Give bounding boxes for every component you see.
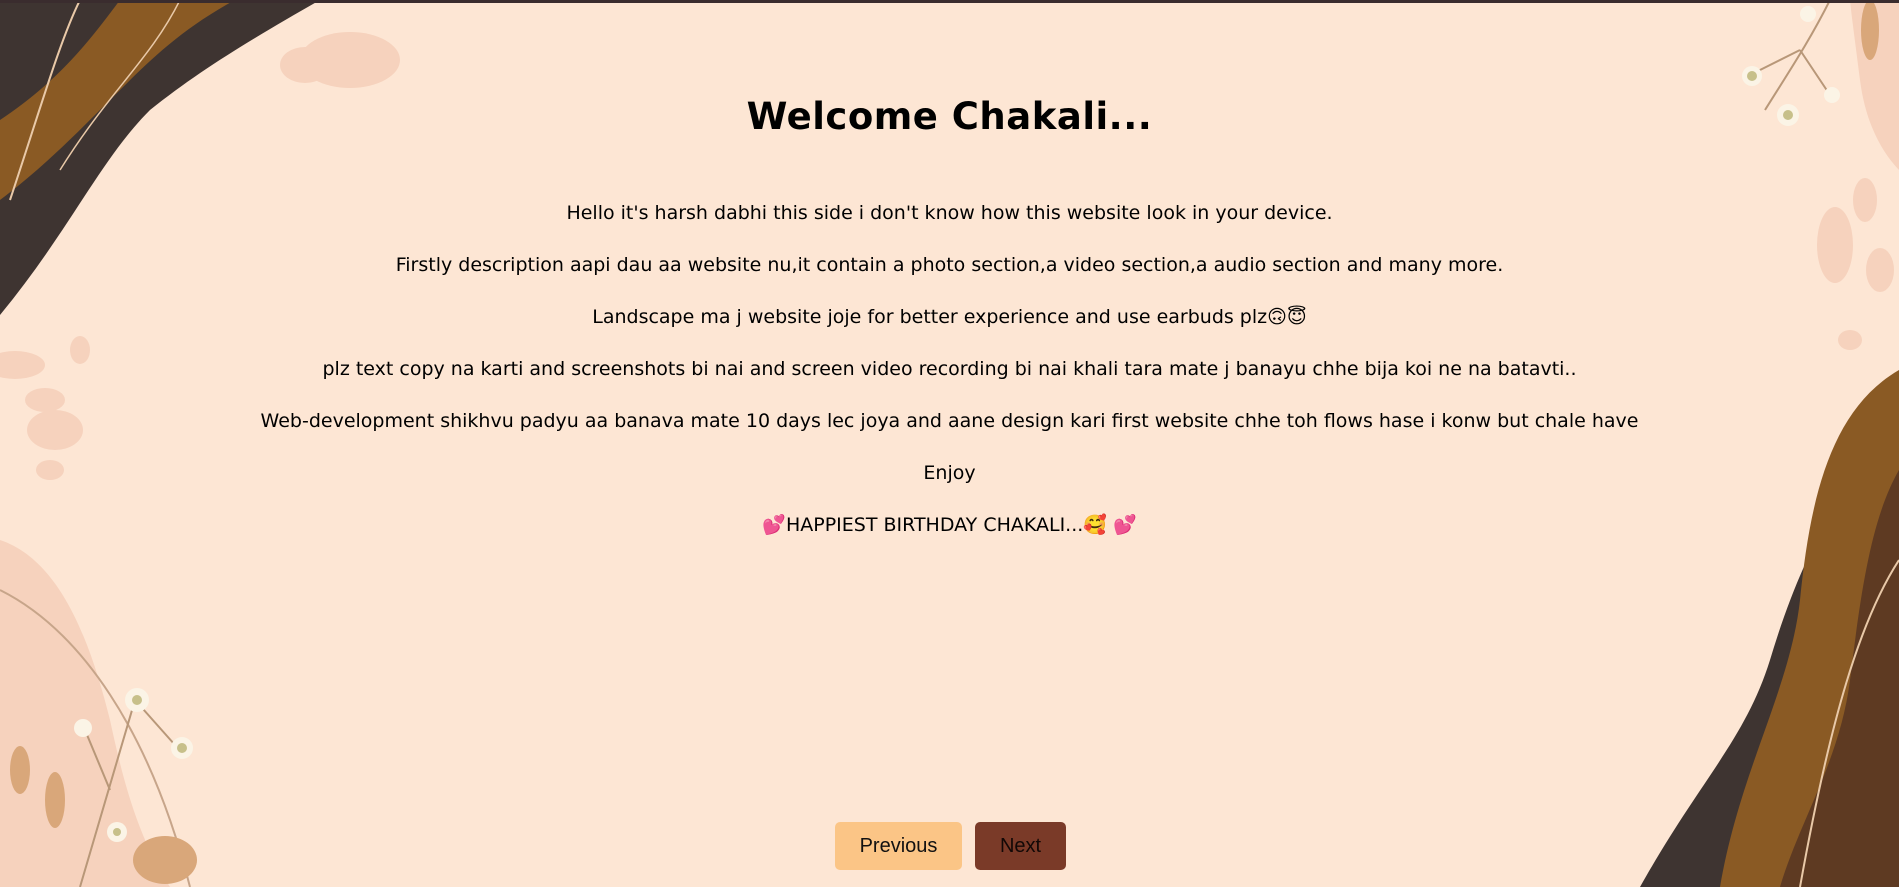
bottom-left-leaf-2 xyxy=(45,772,65,828)
top-right-flower-1-center xyxy=(1747,71,1757,81)
birthday-message: 💕HAPPIEST BIRTHDAY CHAKALI...🥰 💕 xyxy=(0,512,1899,538)
privacy-paragraph: plz text copy na karti and screenshots b… xyxy=(322,358,1577,380)
top-right-stem-1 xyxy=(1764,0,1831,111)
top-right-flower-4 xyxy=(1800,6,1816,22)
development-paragraph: Web-development shikhvu padyu aa banava … xyxy=(260,410,1639,432)
flower-2-center xyxy=(177,743,187,753)
smiling-hearts-emoji: 🥰 xyxy=(1083,514,1107,536)
landscape-paragraph: Landscape ma j website joje for better e… xyxy=(592,306,1307,328)
bottom-left-leaf-1 xyxy=(133,836,197,884)
enjoy-paragraph: Enjoy xyxy=(923,462,976,484)
intro-paragraph: Hello it's harsh dabhi this side i don't… xyxy=(566,202,1333,224)
description-paragraph: Firstly description aapi dau aa website … xyxy=(395,254,1504,276)
flower-1-center xyxy=(132,695,142,705)
bottom-left-light-shape xyxy=(0,540,170,887)
hearts-emoji-left: 💕 xyxy=(762,514,786,536)
page-title: Welcome Chakali... xyxy=(746,95,1153,138)
window-top-border xyxy=(0,0,1899,3)
top-right-stem-3 xyxy=(1799,49,1831,96)
birthday-text: HAPPIEST BIRTHDAY CHAKALI... xyxy=(785,514,1084,536)
blob-11 xyxy=(1838,330,1862,350)
flower-4-center xyxy=(113,828,121,836)
hearts-emoji-right: 💕 xyxy=(1113,514,1137,536)
next-button[interactable]: Next xyxy=(975,822,1066,870)
blob-2 xyxy=(280,47,330,83)
flower-3 xyxy=(74,719,92,737)
bottom-left-leaf-3 xyxy=(10,746,30,794)
previous-button[interactable]: Previous xyxy=(835,822,962,870)
top-right-leaf xyxy=(1861,0,1879,60)
